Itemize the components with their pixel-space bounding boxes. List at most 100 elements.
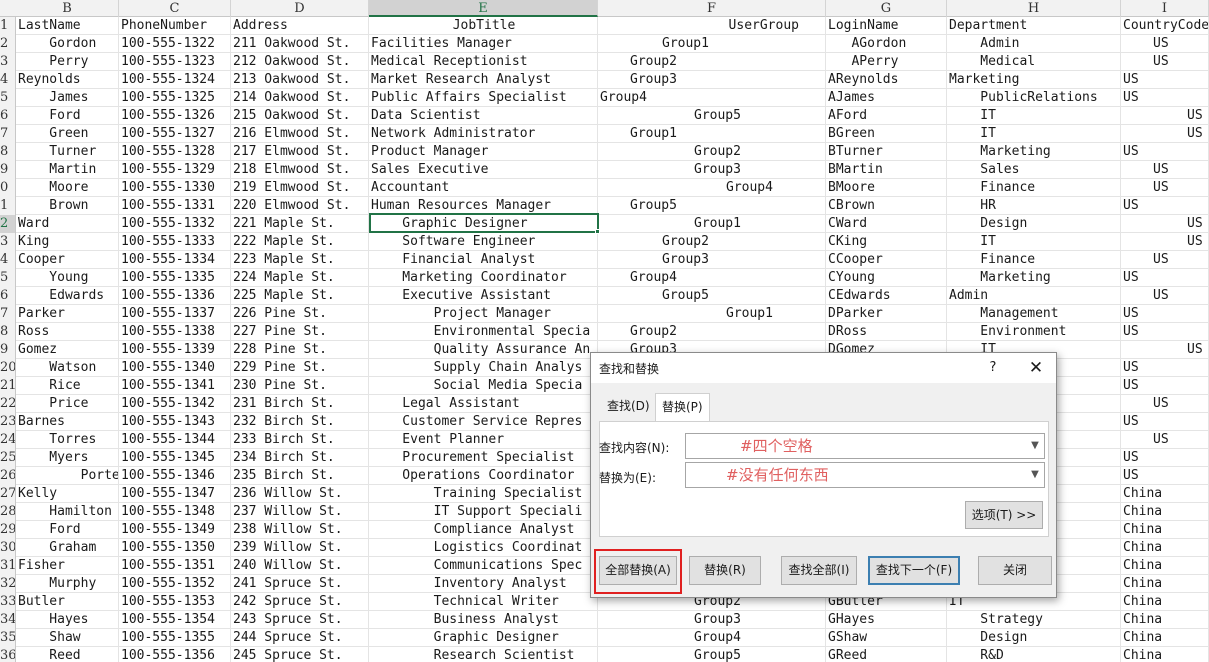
- find-all-button[interactable]: 查找全部(I): [781, 556, 857, 585]
- cell[interactable]: Graphic Designer: [369, 215, 598, 233]
- cell[interactable]: 234 Birch St.: [231, 449, 369, 467]
- cell[interactable]: Marketing Coordinator: [369, 269, 598, 287]
- cell[interactable]: 216 Elmwood St.: [231, 125, 369, 143]
- row-header[interactable]: 2: [0, 35, 16, 53]
- cell[interactable]: Group3: [598, 611, 826, 629]
- cell[interactable]: CWard: [826, 215, 947, 233]
- cell[interactable]: 230 Pine St.: [231, 377, 369, 395]
- close-button[interactable]: 关闭: [978, 556, 1052, 585]
- cell[interactable]: Gordon: [16, 35, 119, 53]
- column-header-c[interactable]: C: [119, 0, 231, 17]
- cell[interactable]: 239 Willow St.: [231, 539, 369, 557]
- cell[interactable]: Medical Receptionist: [369, 53, 598, 71]
- cell[interactable]: Compliance Analyst: [369, 521, 598, 539]
- cell[interactable]: APerry: [826, 53, 947, 71]
- cell[interactable]: 100-555-1354: [119, 611, 231, 629]
- cell[interactable]: CKing: [826, 233, 947, 251]
- cell[interactable]: Marketing: [947, 143, 1121, 161]
- cell[interactable]: Kelly: [16, 485, 119, 503]
- cell[interactable]: Brown: [16, 197, 119, 215]
- cell[interactable]: US: [1121, 269, 1209, 287]
- cell[interactable]: IT: [947, 107, 1121, 125]
- row-header[interactable]: 26: [0, 467, 16, 485]
- cell[interactable]: US: [1121, 71, 1209, 89]
- cell[interactable]: Accountant: [369, 179, 598, 197]
- cell[interactable]: Technical Writer: [369, 593, 598, 611]
- cell[interactable]: Group5: [598, 647, 826, 662]
- cell[interactable]: 100-555-1335: [119, 269, 231, 287]
- cell[interactable]: Operations Coordinator: [369, 467, 598, 485]
- cell[interactable]: Sales: [947, 161, 1121, 179]
- cell[interactable]: Network Administrator: [369, 125, 598, 143]
- row-header[interactable]: 21: [0, 377, 16, 395]
- cell[interactable]: Group3: [598, 161, 826, 179]
- cell[interactable]: Marketing: [947, 71, 1121, 89]
- row-header[interactable]: 29: [0, 521, 16, 539]
- cell[interactable]: Ford: [16, 521, 119, 539]
- cell[interactable]: 100-555-1332: [119, 215, 231, 233]
- cell[interactable]: CBrown: [826, 197, 947, 215]
- column-header-f[interactable]: F: [598, 0, 826, 17]
- cell[interactable]: Group2: [598, 143, 826, 161]
- cell[interactable]: Group2: [598, 53, 826, 71]
- cell[interactable]: 100-555-1345: [119, 449, 231, 467]
- cell[interactable]: 219 Elmwood St.: [231, 179, 369, 197]
- row-header[interactable]: 32: [0, 575, 16, 593]
- fill-handle[interactable]: [595, 229, 600, 234]
- cell[interactable]: 228 Pine St.: [231, 341, 369, 359]
- cell[interactable]: Graham: [16, 539, 119, 557]
- cell[interactable]: Porte: [16, 467, 119, 485]
- cell[interactable]: 100-555-1355: [119, 629, 231, 647]
- cell[interactable]: Marketing: [947, 269, 1121, 287]
- cell[interactable]: BMoore: [826, 179, 947, 197]
- cell[interactable]: Quality Assurance An: [369, 341, 598, 359]
- cell[interactable]: Project Manager: [369, 305, 598, 323]
- cell[interactable]: Training Specialist: [369, 485, 598, 503]
- cell[interactable]: 100-555-1326: [119, 107, 231, 125]
- cell[interactable]: Hamilton: [16, 503, 119, 521]
- cell[interactable]: Address: [231, 17, 369, 35]
- cell[interactable]: Turner: [16, 143, 119, 161]
- find-what-field[interactable]: ▼: [685, 433, 1045, 459]
- cell[interactable]: 100-555-1323: [119, 53, 231, 71]
- cell[interactable]: 243 Spruce St.: [231, 611, 369, 629]
- cell[interactable]: IT: [947, 125, 1121, 143]
- cell[interactable]: 100-555-1352: [119, 575, 231, 593]
- cell[interactable]: UserGroup: [598, 17, 826, 35]
- cell[interactable]: China: [1121, 611, 1209, 629]
- cell[interactable]: LoginName: [826, 17, 947, 35]
- cell[interactable]: DParker: [826, 305, 947, 323]
- cell[interactable]: US: [1121, 215, 1209, 233]
- cell[interactable]: US: [1121, 107, 1209, 125]
- cell[interactable]: Price: [16, 395, 119, 413]
- cell[interactable]: 211 Oakwood St.: [231, 35, 369, 53]
- cell[interactable]: JobTitle: [369, 17, 598, 35]
- chevron-down-icon[interactable]: ▼: [1026, 463, 1044, 487]
- cell[interactable]: Product Manager: [369, 143, 598, 161]
- cell[interactable]: Group4: [598, 269, 826, 287]
- row-header[interactable]: 30: [0, 539, 16, 557]
- cell[interactable]: Admin: [947, 35, 1121, 53]
- cell[interactable]: PublicRelations: [947, 89, 1121, 107]
- cell[interactable]: 245 Spruce St.: [231, 647, 369, 662]
- cell[interactable]: Reed: [16, 647, 119, 662]
- cell[interactable]: US: [1121, 125, 1209, 143]
- cell[interactable]: 100-555-1330: [119, 179, 231, 197]
- options-button[interactable]: 选项(T) >>: [965, 501, 1043, 529]
- cell[interactable]: Group3: [598, 71, 826, 89]
- cell[interactable]: Group5: [598, 197, 826, 215]
- cell[interactable]: R&D: [947, 647, 1121, 662]
- cell[interactable]: 237 Willow St.: [231, 503, 369, 521]
- cell[interactable]: 242 Spruce St.: [231, 593, 369, 611]
- cell[interactable]: Group2: [598, 323, 826, 341]
- cell[interactable]: Finance: [947, 251, 1121, 269]
- tab-replace[interactable]: 替换(P): [655, 393, 710, 422]
- cell[interactable]: 227 Pine St.: [231, 323, 369, 341]
- cell[interactable]: 231 Birch St.: [231, 395, 369, 413]
- cell[interactable]: Group4: [598, 179, 826, 197]
- row-header[interactable]: 0: [0, 179, 16, 197]
- cell[interactable]: Fisher: [16, 557, 119, 575]
- cell[interactable]: Group1: [598, 305, 826, 323]
- cell[interactable]: Management: [947, 305, 1121, 323]
- cell[interactable]: US: [1121, 359, 1209, 377]
